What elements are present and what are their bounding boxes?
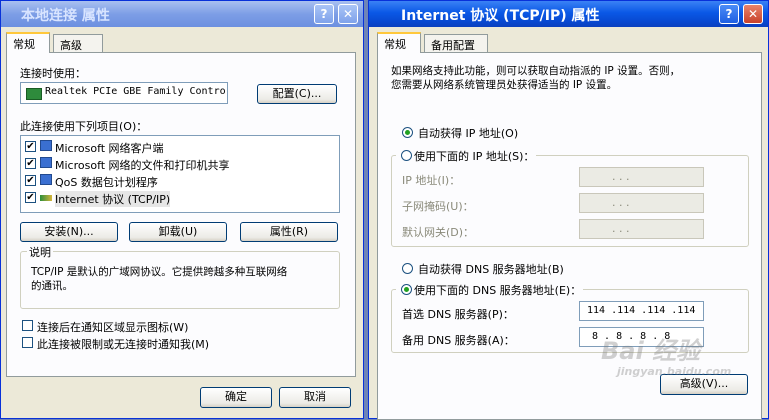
notify-label: 此连接被限制或无连接时通知我(M) — [37, 338, 210, 351]
auto-dns-radio[interactable] — [402, 263, 413, 274]
network-client-icon — [40, 140, 52, 151]
preferred-dns-field[interactable]: 114 .114 .114 .114 — [579, 301, 704, 321]
checkbox[interactable]: ✔ — [25, 158, 36, 169]
close-icon[interactable]: ✕ — [338, 4, 358, 24]
configure-button[interactable]: 配置(C)... — [257, 84, 337, 104]
description-line-1: TCP/IP 是默认的广域网协议。它提供跨越多种互联网络 — [31, 266, 288, 278]
ip-dots: . . . — [612, 170, 630, 183]
help-icon[interactable]: ? — [719, 4, 739, 24]
adapter-name: Realtek PCIe GBE Family Contro — [45, 86, 226, 97]
subnet-field[interactable]: . . . — [579, 193, 704, 213]
preferred-dns-value: 114 .114 .114 .114 — [587, 305, 696, 316]
components-list[interactable]: ✔ Microsoft 网络客户端 ✔ Microsoft 网络的文件和打印机共… — [20, 135, 340, 213]
auto-ip-label[interactable]: 自动获得 IP 地址(O) — [418, 125, 518, 141]
right-window-title: Internet 协议 (TCP/IP) 属性 — [401, 8, 600, 24]
ip-address-label: IP 地址(I)： — [402, 174, 461, 187]
local-connection-properties-window: 本地连接 属性 ? ✕ 常规 高级 连接时使用： Realtek PCIe GB… — [0, 0, 364, 419]
items-label: 此连接使用下列项目(O)： — [20, 120, 148, 133]
help-icon[interactable]: ? — [314, 4, 334, 24]
qos-icon — [40, 174, 52, 185]
gateway-dots: . . . — [612, 222, 630, 235]
close-icon[interactable]: ✕ — [743, 4, 763, 24]
install-button[interactable]: 安装(N)... — [20, 222, 118, 242]
tab-alternate-config[interactable]: 备用配置 — [424, 34, 488, 52]
ok-button[interactable]: 确定 — [200, 387, 272, 408]
ip-address-field[interactable]: . . . — [579, 167, 704, 187]
uninstall-button[interactable]: 卸载(U) — [129, 222, 227, 242]
watermark-url: jingyan.baidu.com — [617, 365, 732, 378]
manual-ip-radio[interactable] — [401, 150, 412, 161]
adapter-field: Realtek PCIe GBE Family Contro — [20, 82, 228, 104]
manual-ip-label[interactable]: 使用下面的 IP 地址(S)： — [396, 148, 537, 164]
left-titlebar[interactable]: 本地连接 属性 ? ✕ — [1, 1, 363, 27]
file-printer-share-icon — [40, 157, 52, 168]
item-label: Microsoft 网络客户端 — [55, 142, 164, 155]
checkbox[interactable]: ✔ — [25, 175, 36, 186]
gateway-label: 默认网关(D)： — [402, 226, 475, 239]
auto-dns-label[interactable]: 自动获得 DNS 服务器地址(B) — [418, 261, 564, 277]
manual-dns-label[interactable]: 使用下面的 DNS 服务器地址(E)： — [396, 282, 584, 298]
description-title: 说明 — [27, 244, 53, 260]
subnet-label: 子网掩码(U)： — [402, 200, 474, 213]
item-label: Internet 协议 (TCP/IP) — [55, 191, 171, 207]
cancel-button[interactable]: 取消 — [279, 387, 351, 408]
tab-advanced[interactable]: 高级 — [53, 34, 103, 52]
general-panel: 连接时使用： Realtek PCIe GBE Family Contro 配置… — [6, 52, 356, 377]
tab-general[interactable]: 常规 — [377, 32, 421, 53]
intro-line-1: 如果网络支持此功能，则可以获取自动指派的 IP 设置。否则， — [391, 65, 681, 77]
description-group: 说明 TCP/IP 是默认的广域网协议。它提供跨越多种互联网络 的通讯。 — [20, 244, 340, 309]
properties-button[interactable]: 属性(R) — [240, 222, 338, 242]
show-icon-checkbox[interactable] — [22, 320, 33, 331]
tab-general[interactable]: 常规 — [6, 32, 50, 53]
manual-ip-group: 使用下面的 IP 地址(S)： IP 地址(I)： . . . 子网掩码(U)：… — [391, 148, 749, 247]
right-titlebar[interactable]: Internet 协议 (TCP/IP) 属性 ? ✕ — [369, 1, 768, 27]
preferred-dns-label: 首选 DNS 服务器(P)： — [402, 308, 514, 321]
item-label: QoS 数据包计划程序 — [55, 176, 158, 189]
description-line-2: 的通讯。 — [31, 280, 73, 292]
connect-using-label: 连接时使用： — [20, 67, 86, 80]
protocol-icon — [40, 195, 52, 201]
watermark-logo: Bai 经验 — [601, 337, 701, 365]
auto-ip-radio[interactable] — [402, 127, 413, 138]
manual-dns-radio[interactable] — [401, 284, 412, 295]
checkbox[interactable]: ✔ — [25, 192, 36, 203]
show-icon-label: 连接后在通知区域显示图标(W) — [37, 321, 189, 334]
intro-line-2: 您需要从网络系统管理员处获得适当的 IP 设置。 — [391, 79, 618, 91]
gateway-field[interactable]: . . . — [579, 219, 704, 239]
subnet-dots: . . . — [612, 196, 630, 209]
alternate-dns-label: 备用 DNS 服务器(A)： — [402, 334, 515, 347]
checkbox[interactable]: ✔ — [25, 141, 36, 152]
tcpip-properties-window: Internet 协议 (TCP/IP) 属性 ? ✕ 常规 备用配置 如果网络… — [368, 0, 769, 420]
item-label: Microsoft 网络的文件和打印机共享 — [55, 159, 230, 172]
network-adapter-icon — [26, 88, 42, 100]
notify-checkbox[interactable] — [22, 337, 33, 348]
left-window-title: 本地连接 属性 — [21, 8, 110, 24]
